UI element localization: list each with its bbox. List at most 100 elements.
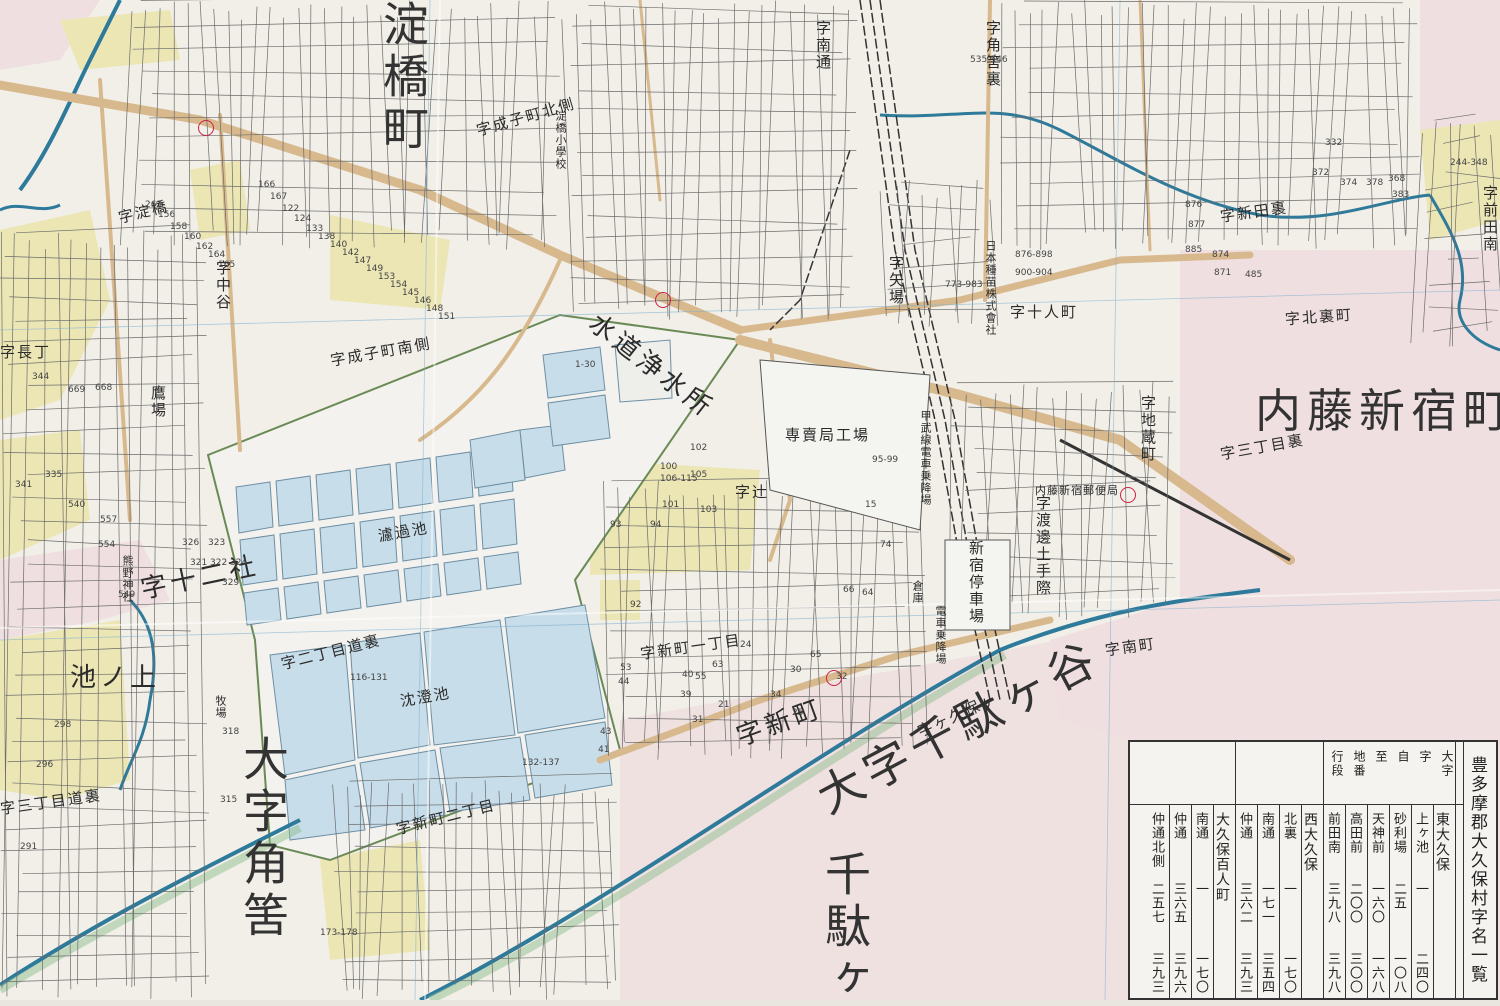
label-souko: 倉庫 — [912, 580, 923, 604]
parcel-number: 30 — [790, 665, 801, 675]
parcel-number: 876-898 — [1015, 250, 1053, 260]
legend-cell: 北裏 — [1279, 812, 1298, 840]
legend-cell: 一七一 — [1257, 882, 1276, 924]
parcel-number: 105 — [690, 470, 707, 480]
parcel-number: 344 — [32, 372, 49, 382]
parcel-number: 877 — [1188, 220, 1205, 230]
parcel-number: 263 — [145, 200, 162, 210]
label-maeda-minami: 字前田南 — [1482, 185, 1497, 253]
label-nagauchi: 字長丁 — [0, 345, 51, 360]
label-yodobashi: 淀橋町 — [380, 0, 426, 156]
legend-cell: 三九八 — [1323, 952, 1342, 994]
parcel-number: 871 — [1214, 268, 1231, 278]
label-taka: 鷹場 — [150, 385, 165, 419]
legend-cell: 三九三 — [1235, 952, 1254, 994]
parcel-number: 66 — [843, 585, 854, 595]
legend-cell: 一〇八 — [1389, 952, 1408, 994]
legend-header: 地番 — [1351, 750, 1368, 778]
parcel-number: 324 — [230, 558, 247, 568]
legend-cell: 一七〇 — [1191, 952, 1210, 994]
parcel-number: 173-178 — [320, 928, 358, 938]
legend-cell: 上ヶ池 — [1411, 812, 1430, 854]
legend-cell: 三五四 — [1257, 952, 1276, 994]
parcel-number: 876 — [1185, 200, 1202, 210]
parcel-number: 103 — [700, 505, 717, 515]
parcel-number: 368 — [1388, 174, 1405, 184]
parcel-number: 132-137 — [522, 758, 560, 768]
legend-cell: 三六二 — [1235, 882, 1254, 924]
parcel-number: 291 — [20, 842, 37, 852]
label-ikenoue: 池ノ上 — [70, 665, 160, 691]
parcel-number: 160 — [184, 232, 201, 242]
legend-cell: 南通 — [1257, 812, 1276, 840]
legend-cell: 三九六 — [1169, 952, 1188, 994]
parcel-number: 315 — [220, 795, 237, 805]
parcel-number: 322 — [210, 558, 227, 568]
parcel-number: 164 — [208, 250, 225, 260]
parcel-number: 101 — [662, 500, 679, 510]
parcel-number: 24 — [740, 640, 751, 650]
parcel-number: 39 — [680, 690, 691, 700]
label-tsunohazu: 大字角筈 — [240, 735, 286, 943]
legend-cell: 一 — [1411, 882, 1430, 896]
parcel-number: 335 — [45, 470, 62, 480]
parcel-number: 100 — [660, 462, 677, 472]
parcel-number: 341 — [15, 480, 32, 490]
label-watanabe: 字渡邊土手際 — [1035, 495, 1050, 597]
legend-cell: 高田前 — [1345, 812, 1364, 854]
parcel-number: 298 — [54, 720, 71, 730]
legend-cell: 一 — [1191, 882, 1210, 896]
legend-table: 豊多摩郡大久保村字名一覧 大字字自至地番行段東大久保上ヶ池一二四〇砂利場二五一〇… — [1128, 740, 1498, 1000]
legend-header: 至 — [1373, 750, 1390, 764]
legend-cell: 仲通 — [1235, 812, 1254, 840]
legend-group-name: 東大久保 — [1432, 812, 1452, 872]
parcel-number: 374 — [1340, 178, 1357, 188]
legend-cell: 二五 — [1389, 882, 1408, 910]
post-office-stamp — [1120, 487, 1136, 503]
parcel-number: 95-99 — [872, 455, 898, 465]
legend-cell: 二〇〇 — [1345, 882, 1364, 924]
parcel-number: 93 — [610, 520, 621, 530]
parcel-stamp — [198, 120, 214, 136]
legend-cell: 三九八 — [1323, 882, 1342, 924]
parcel-number: 32 — [836, 672, 847, 682]
parcel-number: 323 — [208, 538, 225, 548]
label-naitou-shinjuku: 内藤新宿町 — [1255, 388, 1500, 434]
parcel-number: 773-983 — [945, 280, 983, 290]
parcel-number: 158 — [170, 222, 187, 232]
label-kobu-line: 甲武線電車乗降場 — [920, 410, 931, 506]
legend-cell: 二五七 — [1147, 882, 1166, 924]
parcel-number: 94 — [650, 520, 661, 530]
parcel-number: 31 — [692, 715, 703, 725]
parcel-number: 554 — [98, 540, 115, 550]
parcel-number: 485 — [1245, 270, 1262, 280]
parcel-number: 64 — [862, 588, 873, 598]
label-bokujo: 牧場 — [215, 695, 226, 719]
parcel-number: 167 — [270, 192, 287, 202]
label-yodobashi-school: 淀橋小學校 — [555, 110, 566, 170]
parcel-number: 244-348 — [1450, 158, 1488, 168]
parcel-number: 122 — [282, 204, 299, 214]
label-sendagaya-lower: 千駄ヶ — [822, 850, 868, 1006]
label-tsuji: 字辻 — [735, 485, 769, 500]
label-jizou: 字地蔵町 — [1140, 395, 1155, 463]
label-densha: 電車乗降場 — [935, 605, 946, 665]
parcel-number: 74 — [880, 540, 891, 550]
legend-cell: 一七〇 — [1279, 952, 1298, 994]
legend-header: 行段 — [1329, 750, 1346, 778]
legend-title: 豊多摩郡大久保村字名一覧 — [1465, 756, 1490, 984]
label-nihon-shubyo: 日本種苗株式會社 — [985, 240, 996, 336]
parcel-number: 383 — [1392, 190, 1409, 200]
parcel-number: 44 — [618, 677, 629, 687]
parcel-number: 668 — [95, 383, 112, 393]
legend-cell: 三〇〇 — [1345, 952, 1364, 994]
legend-cell: 砂利場 — [1389, 812, 1408, 854]
legend-cell: 南通 — [1191, 812, 1210, 840]
parcel-number: 63 — [712, 660, 723, 670]
parcel-number: 92 — [630, 600, 641, 610]
parcel-number: 53 — [620, 663, 631, 673]
legend-group-name: 西大久保 — [1300, 812, 1320, 872]
parcel-number: 329 — [222, 578, 239, 588]
legend-cell: 三九三 — [1147, 952, 1166, 994]
legend-group-name: 大久保百人町 — [1212, 812, 1232, 902]
